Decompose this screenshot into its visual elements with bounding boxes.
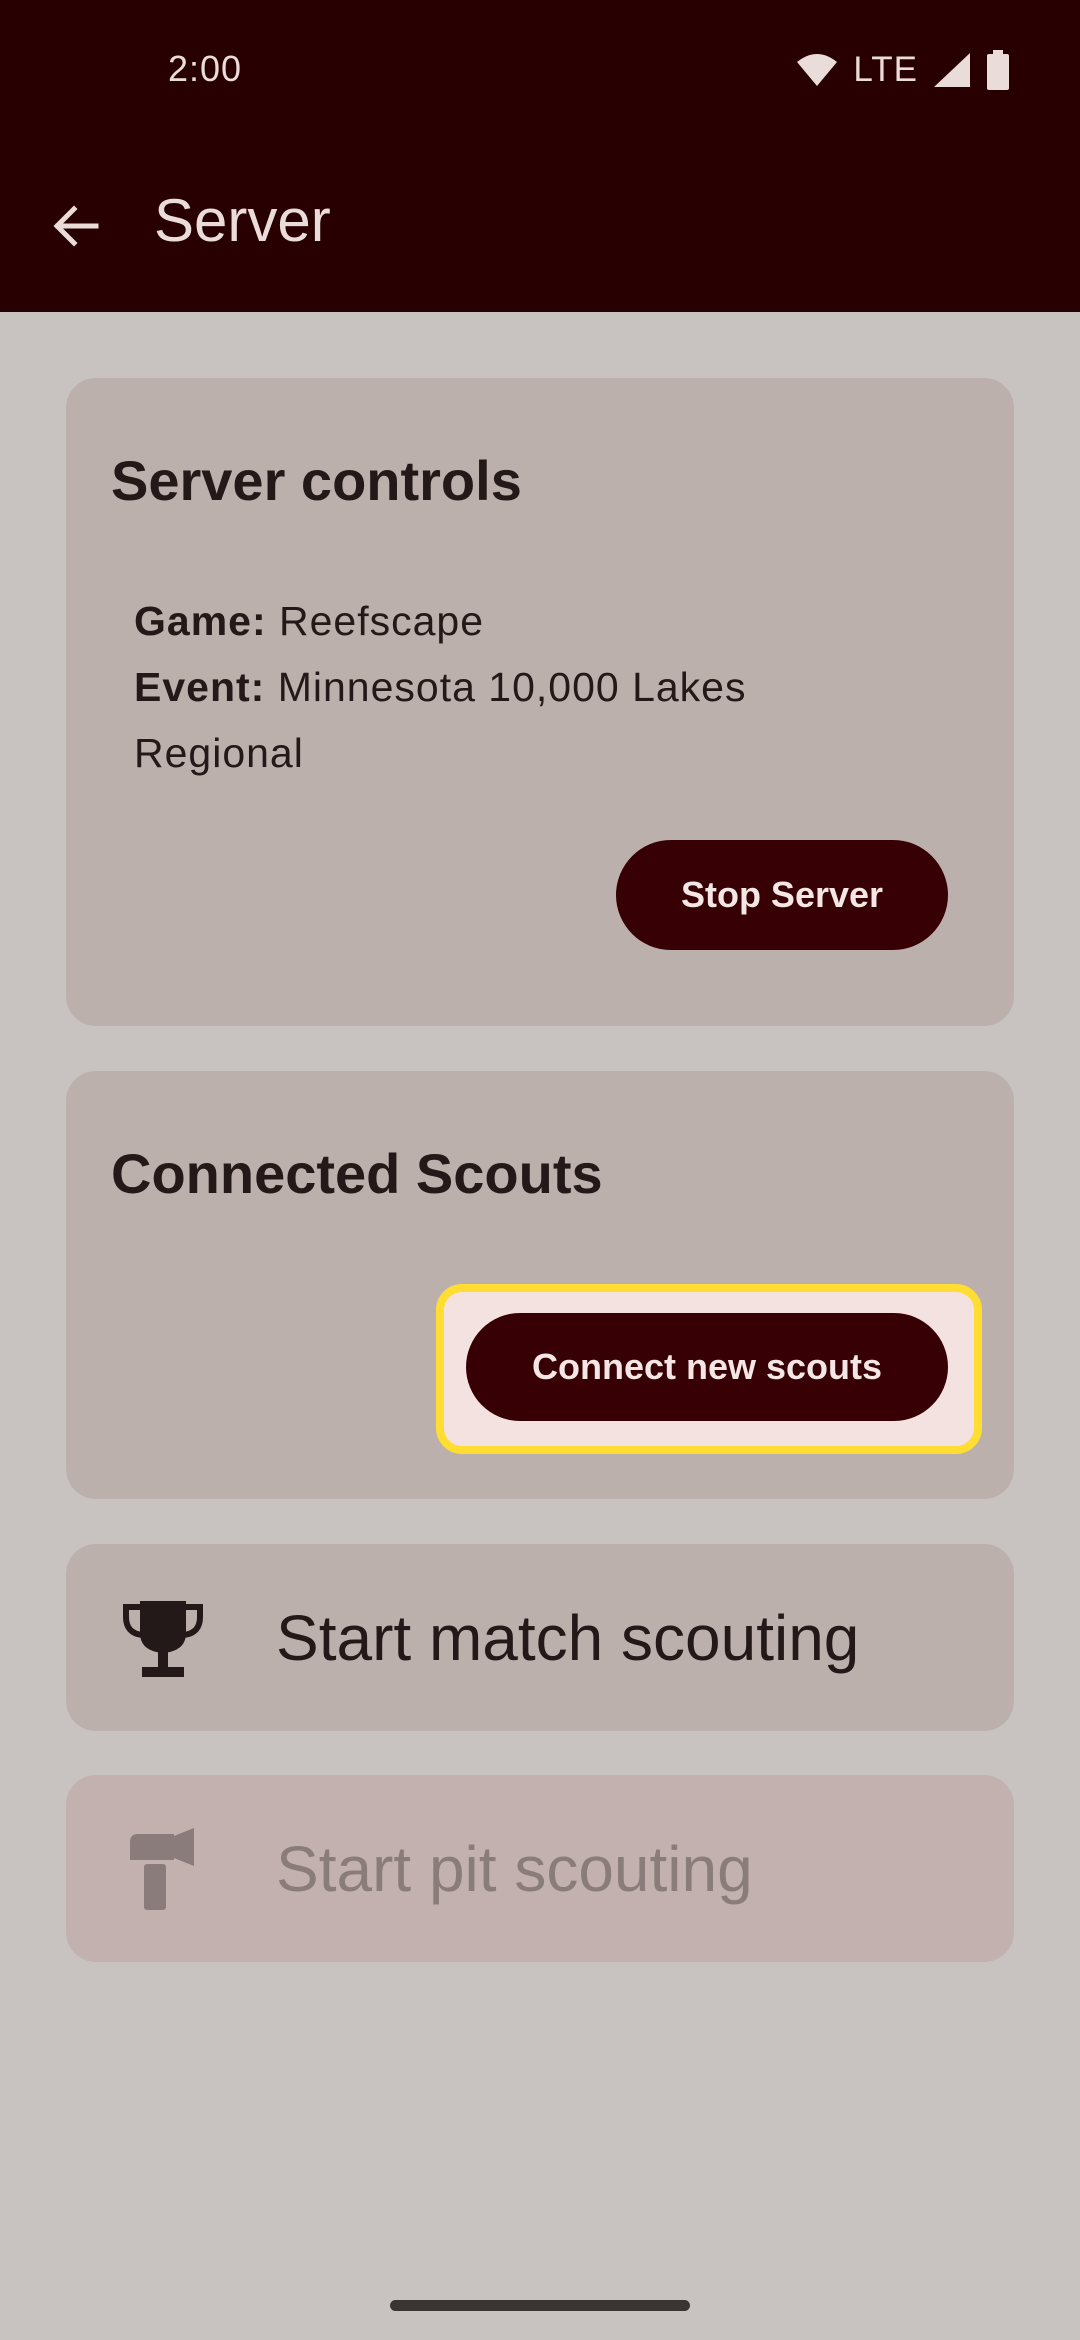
signal-icon (934, 53, 970, 87)
game-line: Game: Reefscape (134, 588, 894, 654)
server-screen: 2:00 LTE Server Server controls Game: Re… (0, 0, 1080, 2340)
event-line: Event: Minnesota 10,000 Lakes Regional (134, 654, 894, 786)
app-header: 2:00 LTE Server (0, 0, 1080, 312)
server-controls-title: Server controls (111, 449, 522, 512)
page-title: Server (154, 187, 331, 254)
server-info: Game: Reefscape Event: Minnesota 10,000 … (134, 588, 894, 786)
hammer-icon (130, 1827, 194, 1910)
stop-server-button[interactable]: Stop Server (616, 840, 948, 950)
status-icons: LTE (795, 50, 1010, 90)
start-match-scouting-button[interactable]: Start match scouting (66, 1544, 1014, 1731)
server-controls-card: Server controls Game: Reefscape Event: M… (66, 378, 1014, 1026)
game-value: Reefscape (279, 598, 485, 644)
back-arrow-icon[interactable] (46, 196, 106, 256)
wifi-icon (797, 54, 838, 86)
network-type-label: LTE (853, 50, 918, 89)
start-pit-scouting-button[interactable]: Start pit scouting (66, 1775, 1014, 1962)
battery-icon (987, 50, 1009, 90)
trophy-icon (123, 1600, 203, 1677)
game-label: Game: (134, 598, 267, 644)
start-match-scouting-label: Start match scouting (276, 1601, 860, 1674)
connected-scouts-card: Connected Scouts Connect new scouts (66, 1071, 1014, 1499)
start-pit-scouting-label: Start pit scouting (276, 1832, 753, 1905)
status-time: 2:00 (168, 48, 243, 89)
event-label: Event: (134, 664, 266, 710)
connected-scouts-title: Connected Scouts (111, 1142, 603, 1205)
connect-new-scouts-button[interactable]: Connect new scouts (466, 1313, 948, 1421)
home-indicator[interactable] (390, 2300, 690, 2311)
